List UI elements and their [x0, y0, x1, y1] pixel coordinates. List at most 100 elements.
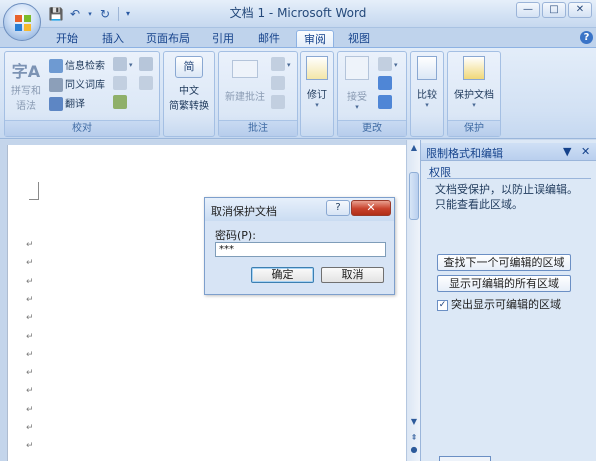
paragraph-mark: ↵	[26, 258, 34, 269]
track-changes-label: 修订	[307, 90, 327, 101]
previous-page-icon[interactable]: ⇞	[408, 432, 420, 444]
accept-label: 接受	[347, 92, 367, 103]
tab-insert[interactable]: 插入	[96, 30, 130, 48]
pane-close-icon[interactable]: ✕	[581, 145, 590, 158]
research-button[interactable]: 信息检索	[49, 57, 105, 73]
next-change-button[interactable]	[378, 95, 394, 109]
pane-menu-icon[interactable]: ▼	[563, 145, 571, 158]
tab-home[interactable]: 开始	[50, 30, 84, 48]
scroll-thumb[interactable]	[409, 172, 419, 220]
protection-message: 文档受保护，以防止误编辑。	[435, 183, 578, 196]
previous-change-button[interactable]	[378, 76, 394, 90]
paragraph-mark: ↵	[26, 404, 34, 415]
research-icon	[49, 59, 63, 73]
dropdown-icon: ▾	[287, 61, 291, 69]
show-all-regions-button[interactable]: 显示可编辑的所有区域	[437, 275, 571, 292]
delete-comment-button[interactable]: ▾	[271, 57, 291, 71]
dropdown-icon: ▾	[355, 103, 359, 111]
dialog-close-button[interactable]: ✕	[351, 200, 391, 216]
accept-button[interactable]: 接受 ▾	[340, 56, 374, 111]
tab-page-layout[interactable]: 页面布局	[142, 30, 194, 48]
title-bar: 💾 ↶ ▾ ↻ ▾ 文档 1 - Microsoft Word — □ ✕	[0, 0, 596, 28]
compare-icon	[417, 56, 437, 80]
window-title: 文档 1 - Microsoft Word	[229, 6, 367, 20]
scroll-down-icon[interactable]: ▼	[408, 416, 420, 428]
language-icon	[139, 57, 153, 71]
close-button[interactable]: ✕	[568, 2, 592, 18]
group-proofing: 字A 拼写和 语法 信息检索 同义词库 翻译 ▾ 校对	[4, 51, 160, 137]
stop-protection-button[interactable]	[439, 456, 491, 461]
scroll-up-icon[interactable]: ▲	[408, 142, 420, 154]
group-compare: 比较 ▾	[410, 51, 444, 137]
tab-mailings[interactable]: 邮件	[252, 30, 286, 48]
chinese-conversion-icon: 简	[175, 56, 203, 78]
word-count-button[interactable]: ▾	[113, 57, 133, 71]
paragraph-mark: ↵	[26, 294, 34, 305]
reject-button[interactable]: ▾	[378, 57, 398, 71]
spelling-icon: 字A	[11, 62, 41, 81]
unprotect-document-dialog: 取消保护文档 ? ✕ 密码(P): *** 确定 取消	[204, 197, 395, 295]
next-comment-button[interactable]	[271, 95, 287, 109]
group-chinese-conversion: 简 中文 简繁转换	[163, 51, 215, 137]
translation-tip-icon	[113, 95, 127, 109]
translation-tip-button[interactable]	[113, 95, 129, 109]
accept-icon	[345, 56, 369, 80]
find-next-region-button[interactable]: 查找下一个可编辑的区域	[437, 254, 571, 271]
language-button[interactable]	[139, 57, 155, 71]
margin-corner-mark	[29, 182, 39, 200]
section-divider	[427, 178, 591, 179]
paragraph-mark: ↵	[26, 240, 34, 250]
highlight-regions-label: 突出显示可编辑的区域	[451, 298, 561, 311]
document-page[interactable]	[7, 145, 406, 461]
track-changes-icon	[306, 56, 328, 80]
paragraph-mark: ↵	[26, 386, 34, 397]
track-changes-button[interactable]: 修订 ▾	[302, 56, 332, 109]
ok-button[interactable]: 确定	[251, 267, 314, 283]
dropdown-icon: ▾	[315, 101, 319, 109]
previous-comment-button[interactable]	[271, 76, 287, 90]
compare-button[interactable]: 比较 ▾	[412, 56, 442, 109]
paragraph-mark: ↵	[26, 441, 34, 452]
minimize-button[interactable]: —	[516, 2, 540, 18]
set-language-button[interactable]	[113, 76, 129, 90]
protect-document-button[interactable]: 保护文档 ▾	[450, 56, 498, 109]
translate-label: 翻译	[65, 99, 85, 110]
chinese-conversion-button[interactable]: 简 中文 简繁转换	[166, 56, 212, 112]
help-icon[interactable]: ?	[580, 31, 593, 44]
word-count-icon	[113, 57, 127, 71]
thesaurus-button[interactable]: 同义词库	[49, 76, 105, 92]
new-comment-button[interactable]: 新建批注	[221, 60, 269, 103]
abc-button[interactable]	[139, 76, 155, 90]
pane-header: 限制格式和编辑 ▼ ✕	[421, 143, 596, 161]
vertical-scrollbar[interactable]: ▲ ▼ ⇞ ●	[406, 140, 420, 461]
group-changes-label: 更改	[338, 120, 406, 136]
tab-references[interactable]: 引用	[206, 30, 240, 48]
group-protect-label: 保护	[448, 120, 500, 136]
previous-comment-icon	[271, 76, 285, 90]
cancel-button[interactable]: 取消	[321, 267, 384, 283]
document-area	[0, 140, 406, 461]
maximize-button[interactable]: □	[542, 2, 566, 18]
tab-review[interactable]: 审阅	[296, 30, 334, 48]
checkbox-icon[interactable]: ✓	[437, 299, 448, 311]
protect-document-label: 保护文档	[454, 90, 494, 101]
lock-icon	[463, 56, 485, 80]
paragraph-mark: ↵	[26, 313, 34, 324]
thesaurus-label: 同义词库	[65, 80, 105, 91]
group-changes: 接受 ▾ ▾ 更改	[337, 51, 407, 137]
dropdown-icon: ▾	[425, 101, 429, 109]
password-field[interactable]: ***	[215, 242, 386, 257]
spelling-grammar-button[interactable]: 字A 拼写和 语法	[9, 58, 43, 112]
dialog-help-button[interactable]: ?	[326, 200, 350, 216]
office-button[interactable]	[3, 3, 41, 41]
highlight-regions-checkbox[interactable]: ✓ 突出显示可编辑的区域	[437, 296, 561, 312]
reject-icon	[378, 57, 392, 71]
translate-button[interactable]: 翻译	[49, 95, 85, 111]
tab-view[interactable]: 视图	[342, 30, 376, 48]
select-browse-object-icon[interactable]: ●	[408, 444, 420, 456]
new-comment-icon	[232, 60, 258, 78]
new-comment-label: 新建批注	[225, 92, 265, 103]
abc-icon	[139, 76, 153, 90]
chinese-label-1: 中文	[179, 86, 199, 97]
password-label: 密码(P):	[215, 229, 256, 242]
